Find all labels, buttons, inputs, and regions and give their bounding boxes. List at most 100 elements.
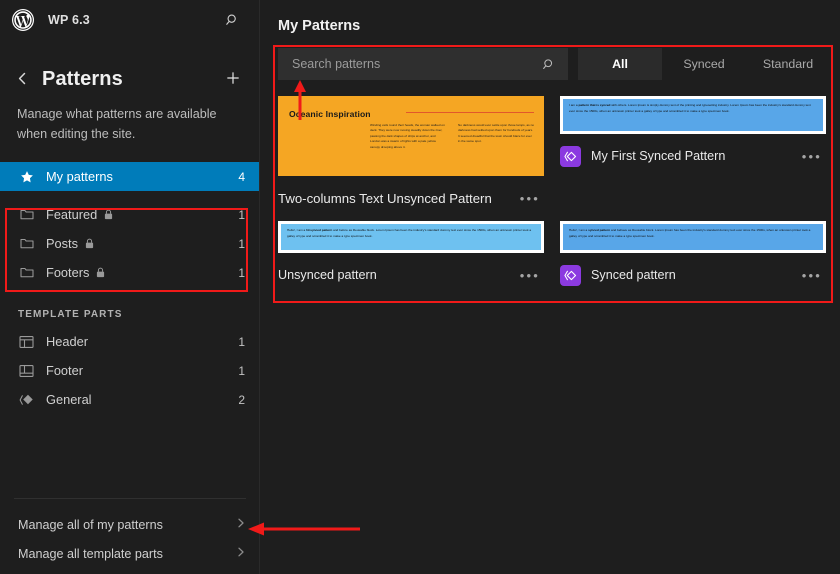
sidebar-item-posts[interactable]: Posts 1 <box>0 229 259 258</box>
sidebar-description: Manage what patterns are available when … <box>0 91 259 144</box>
folder-icon <box>18 264 35 281</box>
oceanic-inspiration-preview: Oceanic Inspiration Winding veils round … <box>278 96 544 176</box>
chevron-right-icon <box>236 517 246 532</box>
pattern-card[interactable]: Hello!, I am a synced pattern and behave… <box>560 221 826 286</box>
sidebar-item-count: 1 <box>238 266 245 280</box>
plus-icon[interactable] <box>225 69 241 90</box>
sidebar-item-label: My patterns <box>46 169 113 184</box>
sidebar-item-footer[interactable]: Footer 1 <box>0 356 259 385</box>
preview-text-block: Hello!, I am a Unsynced pattern and befo… <box>281 224 541 250</box>
header-layout-icon <box>18 333 35 350</box>
pattern-card-footer: Synced pattern ••• <box>560 264 826 286</box>
preview-text-block: Hello!, I am a synced pattern and behave… <box>563 224 823 250</box>
preview-column-right: No darkness would ever settle upon those… <box>458 123 534 150</box>
pattern-preview[interactable]: Oceanic Inspiration Winding veils round … <box>278 96 544 176</box>
preview-text-bold: Unsynced pattern <box>306 228 332 232</box>
lock-icon <box>104 209 113 220</box>
pattern-title: Unsynced pattern <box>278 268 377 282</box>
preview-text-bold: synced pattern <box>588 228 610 232</box>
manage-all-my-patterns-link[interactable]: Manage all of my patterns <box>0 510 260 539</box>
pattern-title: Two-columns Text Unsynced Pattern <box>278 191 492 206</box>
pattern-card[interactable]: Hello!, I am a Unsynced pattern and befo… <box>278 221 544 286</box>
more-options-icon[interactable]: ••• <box>520 191 544 206</box>
sync-filter-tabs: All Synced Standard <box>578 48 830 80</box>
filter-tab-standard[interactable]: Standard <box>746 48 830 80</box>
search-input[interactable] <box>292 57 541 71</box>
sidebar-header: Patterns <box>0 40 259 91</box>
sidebar-item-footers[interactable]: Footers 1 <box>0 258 259 287</box>
sidebar-item-label: Header <box>46 334 88 349</box>
more-options-icon[interactable]: ••• <box>520 268 544 283</box>
filter-tab-all[interactable]: All <box>578 48 662 80</box>
more-options-icon[interactable]: ••• <box>802 149 826 164</box>
footer-link-label: Manage all template parts <box>18 547 163 561</box>
pattern-title: Synced pattern <box>591 268 676 282</box>
sidebar-item-label: Posts <box>46 236 78 251</box>
synced-pattern-icon <box>560 265 581 286</box>
sidebar-primary-list: My patterns 4 <box>0 162 259 191</box>
search-icon[interactable] <box>219 7 245 33</box>
sidebar-item-label: Featured <box>46 207 97 222</box>
pattern-preview[interactable]: I am a pattern that is synced with other… <box>560 96 826 134</box>
preview-text-prefix: Hello!, I am a <box>287 228 306 232</box>
sidebar-item-general[interactable]: General 2 <box>0 385 259 414</box>
preview-text-prefix: Hello!, I am a <box>569 228 588 232</box>
sidebar-pattern-categories: Featured 1 Posts <box>0 200 259 287</box>
search-field-wrapper[interactable] <box>278 48 568 80</box>
folder-icon <box>18 235 35 252</box>
sidebar-item-count: 4 <box>238 170 245 184</box>
sidebar: WP 6.3 Patterns Manage what pa <box>0 0 260 574</box>
sidebar-footer: Manage all of my patterns Manage all tem… <box>0 498 260 574</box>
lock-icon <box>85 238 94 249</box>
folder-icon <box>18 206 35 223</box>
page-title: Patterns <box>42 68 123 91</box>
sidebar-item-count: 1 <box>238 208 245 222</box>
pattern-preview[interactable]: Hello!, I am a Unsynced pattern and befo… <box>278 221 544 253</box>
filter-tab-synced[interactable]: Synced <box>662 48 746 80</box>
sidebar-item-count: 1 <box>238 364 245 378</box>
wp-version-label: WP 6.3 <box>48 13 90 27</box>
sidebar-template-parts-list: Header 1 Footer 1 <box>0 327 259 414</box>
app-root: WP 6.3 Patterns Manage what pa <box>0 0 840 574</box>
preview-rule <box>406 112 534 113</box>
sidebar-item-featured[interactable]: Featured 1 <box>0 200 259 229</box>
chevron-left-icon[interactable] <box>16 71 38 89</box>
sidebar-item-label: Footers <box>46 265 89 280</box>
sidebar-topbar: WP 6.3 <box>0 0 259 40</box>
chevron-right-icon <box>236 546 246 561</box>
footer-layout-icon <box>18 362 35 379</box>
preview-heading: Oceanic Inspiration <box>289 109 371 119</box>
more-options-icon[interactable]: ••• <box>802 268 826 283</box>
preview-text-bold: pattern that is synced <box>578 103 610 107</box>
wordpress-logo-icon[interactable] <box>12 9 34 31</box>
sidebar-item-count: 1 <box>238 335 245 349</box>
preview-text-block: I am a pattern that is synced with other… <box>563 99 823 131</box>
search-icon[interactable] <box>541 57 556 72</box>
pattern-card-footer: My First Synced Pattern ••• <box>560 145 826 167</box>
footer-link-label: Manage all of my patterns <box>18 518 163 532</box>
sidebar-item-count: 1 <box>238 237 245 251</box>
pattern-title: My First Synced Pattern <box>591 149 725 163</box>
pattern-card[interactable]: I am a pattern that is synced with other… <box>560 96 826 209</box>
synced-pattern-preview: Hello!, I am a synced pattern and behave… <box>560 221 826 253</box>
main-content: My Patterns All Synced Standard <box>260 0 840 574</box>
patterns-toolbar: All Synced Standard <box>278 48 830 80</box>
pattern-preview[interactable]: Hello!, I am a synced pattern and behave… <box>560 221 826 253</box>
manage-all-template-parts-link[interactable]: Manage all template parts <box>0 539 260 568</box>
layers-icon <box>18 391 35 408</box>
synced-pattern-icon <box>560 146 581 167</box>
preview-column-left: Winding veils round their heads, the wom… <box>370 123 446 150</box>
sidebar-item-header[interactable]: Header 1 <box>0 327 259 356</box>
sidebar-item-count: 2 <box>238 393 245 407</box>
divider <box>14 498 246 499</box>
lock-icon <box>96 267 105 278</box>
main-heading: My Patterns <box>278 18 830 34</box>
sidebar-item-my-patterns[interactable]: My patterns 4 <box>0 162 259 191</box>
patterns-grid: Oceanic Inspiration Winding veils round … <box>278 96 830 286</box>
preview-columns: Winding veils round their heads, the wom… <box>370 123 534 150</box>
unsynced-pattern-preview: Hello!, I am a Unsynced pattern and befo… <box>278 221 544 253</box>
star-icon <box>18 168 35 185</box>
sidebar-item-label: General <box>46 392 92 407</box>
pattern-card[interactable]: Oceanic Inspiration Winding veils round … <box>278 96 544 209</box>
pattern-card-footer: Unsynced pattern ••• <box>278 264 544 286</box>
